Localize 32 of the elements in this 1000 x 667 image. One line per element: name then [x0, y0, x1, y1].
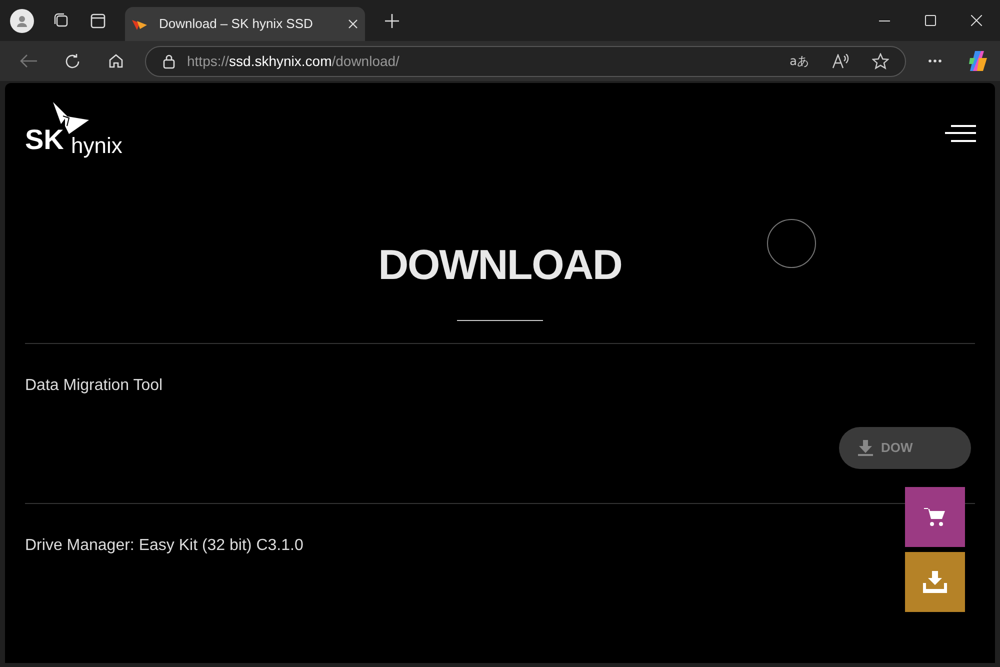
download-icon	[923, 571, 947, 593]
profile-icon[interactable]	[10, 8, 34, 32]
tab-title: Download – SK hynix SSD	[159, 15, 314, 34]
download-name: Data Migration Tool	[25, 378, 164, 394]
refresh-icon[interactable]	[64, 52, 81, 70]
read-aloud-icon[interactable]	[832, 54, 849, 68]
menu-icon[interactable]	[945, 125, 976, 142]
minimize-icon[interactable]	[879, 20, 890, 22]
tab-panel-icon[interactable]	[90, 12, 106, 28]
more-icon[interactable]	[928, 59, 942, 63]
page-title: DOWNLOAD	[378, 244, 622, 286]
star-icon[interactable]	[872, 52, 889, 70]
download-name: Drive Manager: Easy Kit (32 bit) C3.1.0	[25, 538, 304, 554]
new-tab-icon[interactable]	[385, 14, 399, 28]
workspaces-icon[interactable]	[52, 12, 70, 30]
lock-icon	[162, 54, 176, 68]
home-icon[interactable]	[108, 53, 124, 69]
cart-button[interactable]	[905, 487, 965, 547]
copilot-icon[interactable]	[967, 50, 989, 72]
url-text: https://ssd.skhynix.com/download/	[187, 52, 400, 71]
download-float-button[interactable]	[905, 552, 965, 612]
address-bar[interactable]: https://ssd.skhynix.com/download/ aあ	[145, 46, 906, 76]
cart-icon	[924, 507, 946, 527]
download-icon	[858, 440, 873, 456]
sk-hynix-logo[interactable]: SK hynix	[25, 102, 145, 162]
close-window-icon[interactable]	[971, 15, 982, 26]
maximize-icon[interactable]	[925, 15, 936, 26]
close-icon[interactable]	[348, 19, 358, 29]
back-icon[interactable]	[20, 54, 38, 68]
favicon-icon	[132, 18, 148, 30]
browser-tab[interactable]: Download – SK hynix SSD	[125, 7, 365, 41]
translate-icon[interactable]: aあ	[790, 52, 809, 70]
